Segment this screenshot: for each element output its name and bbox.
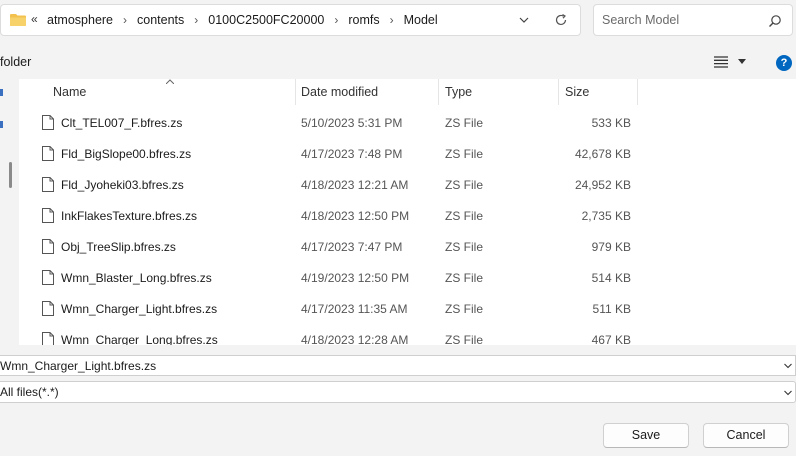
file-size: 979 KB	[591, 240, 631, 254]
breadcrumb-item-model[interactable]: Model	[404, 13, 438, 27]
file-date: 4/17/2023 7:47 PM	[301, 240, 403, 254]
help-button[interactable]: ?	[776, 55, 792, 71]
breadcrumb-item-contents[interactable]: contents	[137, 13, 184, 27]
chevron-down-icon[interactable]	[784, 363, 792, 369]
cancel-button[interactable]: Cancel	[703, 423, 789, 448]
column-header-type[interactable]: Type	[445, 85, 472, 99]
file-date: 4/18/2023 12:28 AM	[301, 333, 409, 345]
column-header-name[interactable]: Name	[53, 85, 86, 99]
chevron-right-icon[interactable]: ›	[194, 13, 198, 27]
column-header-row: Name Date modified Type Size	[19, 79, 796, 105]
file-icon	[42, 115, 54, 130]
file-size: 511 KB	[592, 302, 631, 316]
file-icon	[42, 332, 54, 345]
column-divider[interactable]	[637, 79, 638, 105]
file-type-value[interactable]: All files(*.*)	[0, 385, 59, 399]
file-date: 5/10/2023 5:31 PM	[301, 116, 403, 130]
new-folder-button[interactable]: folder	[0, 55, 31, 69]
file-type: ZS File	[445, 302, 484, 316]
chevron-down-icon[interactable]	[784, 390, 792, 396]
file-name-value[interactable]: Wmn_Charger_Light.bfres.zs	[0, 359, 156, 373]
file-size: 514 KB	[591, 271, 631, 285]
file-size: 24,952 KB	[574, 178, 631, 192]
table-row[interactable]: Wmn_Charger_Light.bfres.zs 4/17/2023 11:…	[19, 294, 796, 325]
search-box[interactable]: Search Model	[593, 4, 793, 36]
file-list[interactable]: Name Date modified Type Size Clt_TEL007_…	[19, 79, 796, 345]
file-name: Fld_BigSlope00.bfres.zs	[61, 147, 192, 161]
column-divider[interactable]	[438, 79, 439, 105]
file-name-field[interactable]: Wmn_Charger_Light.bfres.zs	[0, 355, 796, 376]
file-date: 4/18/2023 12:50 PM	[301, 209, 410, 223]
file-type: ZS File	[445, 333, 484, 345]
file-date: 4/19/2023 12:50 PM	[301, 271, 410, 285]
file-size: 467 KB	[591, 333, 631, 345]
chevron-right-icon[interactable]: ›	[390, 13, 394, 27]
file-date: 4/18/2023 12:21 AM	[301, 178, 409, 192]
breadcrumb: atmosphere › contents › 0100C2500FC20000…	[47, 5, 438, 35]
file-name: InkFlakesTexture.bfres.zs	[61, 209, 198, 223]
breadcrumb-item-atmosphere[interactable]: atmosphere	[47, 13, 113, 27]
file-icon	[42, 301, 54, 316]
file-icon	[42, 239, 54, 254]
file-type: ZS File	[445, 116, 484, 130]
table-row[interactable]: Wmn_Charger_Long.bfres.zs 4/18/2023 12:2…	[19, 325, 796, 345]
file-size: 42,678 KB	[574, 147, 631, 161]
table-row[interactable]: Fld_Jyoheki03.bfres.zs 4/18/2023 12:21 A…	[19, 170, 796, 201]
table-row[interactable]: Clt_TEL007_F.bfres.zs 5/10/2023 5:31 PM …	[19, 108, 796, 139]
file-name: Wmn_Blaster_Long.bfres.zs	[61, 271, 212, 285]
navigation-pane[interactable]	[0, 79, 5, 345]
file-date: 4/17/2023 7:48 PM	[301, 147, 403, 161]
file-icon	[42, 177, 54, 192]
file-type: ZS File	[445, 147, 484, 161]
column-header-date[interactable]: Date modified	[301, 85, 378, 99]
file-date: 4/17/2023 11:35 AM	[301, 302, 408, 316]
breadcrumb-item-romfs[interactable]: romfs	[348, 13, 379, 27]
nav-expand-icon[interactable]	[0, 121, 3, 128]
file-icon	[42, 146, 54, 161]
file-name: Wmn_Charger_Long.bfres.zs	[61, 333, 218, 345]
file-size: 533 KB	[591, 116, 631, 130]
column-divider[interactable]	[295, 79, 296, 105]
file-name: Obj_TreeSlip.bfres.zs	[61, 240, 176, 254]
refresh-icon[interactable]	[554, 13, 568, 27]
file-type-select[interactable]: All files(*.*)	[0, 381, 796, 403]
search-input[interactable]: Search Model	[602, 13, 679, 27]
chevron-right-icon[interactable]: ›	[123, 13, 127, 27]
file-type: ZS File	[445, 240, 484, 254]
view-list-icon[interactable]	[714, 56, 728, 68]
table-row[interactable]: Fld_BigSlope00.bfres.zs 4/17/2023 7:48 P…	[19, 139, 796, 170]
save-button[interactable]: Save	[603, 423, 689, 448]
sort-ascending-icon	[166, 79, 174, 84]
folder-icon	[10, 14, 26, 26]
table-row[interactable]: Wmn_Blaster_Long.bfres.zs 4/19/2023 12:5…	[19, 263, 796, 294]
nav-expand-icon[interactable]	[0, 89, 3, 96]
file-icon	[42, 208, 54, 223]
file-type: ZS File	[445, 209, 484, 223]
file-type: ZS File	[445, 178, 484, 192]
search-icon[interactable]	[768, 14, 782, 28]
address-bar[interactable]: « atmosphere › contents › 0100C2500FC200…	[0, 4, 581, 36]
breadcrumb-overflow-button[interactable]: «	[31, 12, 38, 26]
chevron-down-icon[interactable]	[517, 13, 531, 27]
file-name: Clt_TEL007_F.bfres.zs	[61, 116, 183, 130]
nav-scrollbar[interactable]	[9, 162, 12, 188]
caret-down-icon[interactable]	[738, 59, 746, 65]
breadcrumb-item-title-id[interactable]: 0100C2500FC20000	[208, 13, 324, 27]
table-row[interactable]: InkFlakesTexture.bfres.zs 4/18/2023 12:5…	[19, 201, 796, 232]
file-name: Fld_Jyoheki03.bfres.zs	[61, 178, 184, 192]
file-type: ZS File	[445, 271, 484, 285]
file-icon	[42, 270, 54, 285]
file-name: Wmn_Charger_Light.bfres.zs	[61, 302, 218, 316]
column-divider[interactable]	[558, 79, 559, 105]
table-row[interactable]: Obj_TreeSlip.bfres.zs 4/17/2023 7:47 PM …	[19, 232, 796, 263]
file-size: 2,735 KB	[581, 209, 631, 223]
column-header-size[interactable]: Size	[565, 85, 589, 99]
chevron-right-icon[interactable]: ›	[334, 13, 338, 27]
